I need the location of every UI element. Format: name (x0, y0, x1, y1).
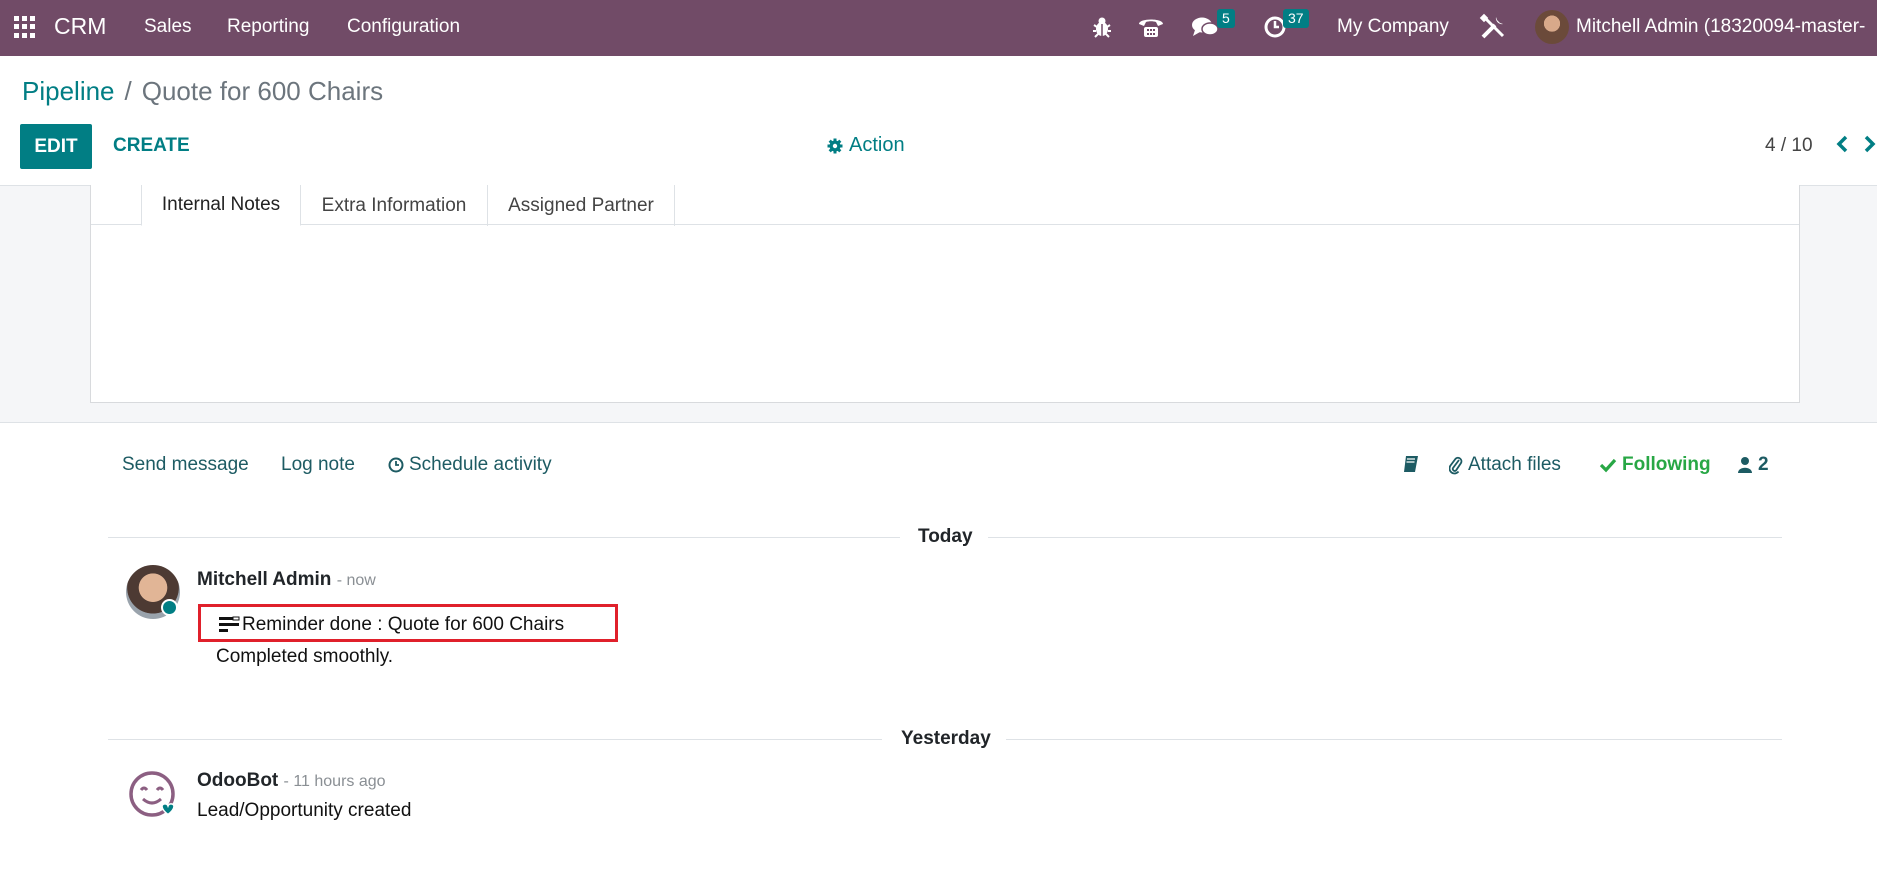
divider-left (108, 537, 900, 538)
pager-previous-icon[interactable] (1835, 134, 1849, 160)
followers-button[interactable]: 2 (1737, 454, 1769, 476)
messages-icon[interactable] (1191, 12, 1219, 42)
action-label: Action (849, 134, 905, 156)
gear-icon (827, 138, 843, 153)
schedule-activity-label: Schedule activity (409, 454, 552, 475)
message-author[interactable]: OdooBot - 11 hours ago (197, 770, 386, 792)
divider-left (108, 739, 882, 740)
company-switcher[interactable]: My Company (1337, 16, 1449, 38)
odoobot-avatar[interactable] (128, 770, 178, 820)
message-author[interactable]: Mitchell Admin - now (197, 569, 376, 591)
activity-title-text: Reminder done : Quote for 600 Chairs (242, 614, 565, 635)
author-name: OdooBot (197, 770, 279, 791)
action-dropdown[interactable]: Action (827, 134, 905, 157)
edit-button[interactable]: EDIT (20, 124, 92, 169)
following-label: Following (1622, 454, 1711, 475)
activity-done-title: Reminder done : Quote for 600 Chairs (218, 614, 564, 636)
online-status-icon (161, 599, 178, 616)
user-icon (1738, 457, 1752, 473)
divider-right (988, 537, 1782, 538)
menu-sales[interactable]: Sales (144, 16, 192, 38)
day-separator-yesterday: Yesterday (901, 728, 991, 749)
top-navbar: CRM Sales Reporting Configuration 5 37 M… (0, 0, 1877, 56)
log-note-button[interactable]: Log note (281, 454, 355, 476)
messages-badge: 5 (1217, 9, 1235, 28)
schedule-activity-button[interactable]: Schedule activity (388, 454, 552, 476)
tab-extra-information[interactable]: Extra Information (301, 185, 488, 226)
activities-badge: 37 (1283, 9, 1309, 28)
breadcrumb-pipeline[interactable]: Pipeline (22, 76, 115, 106)
tab-assigned-partner[interactable]: Assigned Partner (488, 185, 675, 226)
clock-icon (388, 457, 404, 473)
divider-right (1006, 739, 1782, 740)
tab-internal-notes[interactable]: Internal Notes (141, 185, 301, 226)
book-icon[interactable] (1402, 454, 1420, 474)
breadcrumb: Pipeline / Quote for 600 Chairs (22, 76, 383, 107)
following-button[interactable]: Following (1599, 454, 1711, 476)
user-menu[interactable]: Mitchell Admin (18320094-master- (1576, 16, 1865, 38)
attach-files-label: Attach files (1468, 454, 1561, 475)
pager-next-icon[interactable] (1863, 134, 1877, 160)
bug-icon[interactable] (1090, 12, 1114, 42)
message-body: Completed smoothly. (216, 646, 394, 667)
notebook-tabs: Internal Notes Extra Information Assigne… (91, 185, 1799, 226)
form-sheet: Internal Notes Extra Information Assigne… (90, 185, 1800, 403)
breadcrumb-separator: / (124, 76, 132, 106)
paperclip-icon (1449, 456, 1463, 475)
debug-tools-icon[interactable] (1478, 12, 1508, 42)
attach-files-button[interactable]: Attach files (1449, 454, 1561, 476)
day-separator-today: Today (918, 526, 973, 547)
message-body: Lead/Opportunity created (197, 800, 412, 821)
author-name: Mitchell Admin (197, 569, 332, 590)
app-name[interactable]: CRM (54, 13, 106, 40)
send-message-button[interactable]: Send message (122, 454, 249, 476)
followers-count: 2 (1758, 454, 1769, 475)
check-icon (1599, 458, 1617, 473)
breadcrumb-current: Quote for 600 Chairs (141, 76, 384, 106)
message-date: - now (336, 572, 376, 589)
menu-configuration[interactable]: Configuration (347, 16, 460, 38)
tasks-icon (219, 616, 240, 632)
menu-reporting[interactable]: Reporting (227, 16, 309, 38)
app-grid-icon[interactable] (14, 16, 36, 38)
message-date: - 11 hours ago (283, 773, 386, 790)
user-avatar[interactable] (1535, 10, 1569, 44)
phone-icon[interactable] (1136, 12, 1166, 42)
pager-value[interactable]: 4 / 10 (1765, 135, 1813, 157)
create-button[interactable]: CREATE (113, 135, 190, 157)
